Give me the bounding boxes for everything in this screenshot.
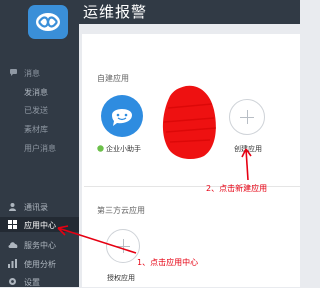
redacted-app-icon[interactable] bbox=[158, 82, 220, 162]
sidebar-item-apps[interactable]: 应用中心 bbox=[24, 220, 56, 231]
contacts-icon bbox=[9, 203, 16, 211]
sidebar-item-materials[interactable]: 素材库 bbox=[24, 124, 48, 135]
create-app-button[interactable] bbox=[229, 99, 265, 135]
cloud-icon bbox=[8, 242, 18, 248]
bar-chart-icon bbox=[8, 259, 17, 268]
annotation-step2: 2、点击新建应用 bbox=[206, 184, 268, 193]
section-divider bbox=[84, 186, 300, 187]
annotation-step1: 1、点击应用中心 bbox=[137, 258, 199, 267]
app-title: 运维报警 bbox=[83, 3, 148, 21]
sidebar-item-send-message[interactable]: 发消息 bbox=[24, 87, 48, 98]
sidebar-item-service-center[interactable]: 服务中心 bbox=[24, 240, 56, 251]
status-badge-icon bbox=[97, 145, 104, 152]
chat-bubble-icon bbox=[101, 95, 143, 137]
create-app-label: 创建应用 bbox=[234, 145, 262, 153]
authorize-app-button[interactable] bbox=[106, 229, 140, 263]
sidebar-item-analytics[interactable]: 使用分析 bbox=[24, 259, 56, 270]
gear-icon bbox=[9, 278, 16, 285]
sidebar-item-contacts[interactable]: 通讯录 bbox=[24, 202, 48, 213]
sidebar-message-header[interactable]: 消息 bbox=[24, 68, 40, 79]
third-party-apps-label: 第三方云应用 bbox=[97, 206, 145, 215]
sidebar-item-sent[interactable]: 已发送 bbox=[24, 105, 48, 116]
custom-apps-label: 自建应用 bbox=[97, 74, 129, 83]
app-assistant-label: 企业小助手 bbox=[106, 145, 141, 153]
app-assistant[interactable] bbox=[100, 94, 144, 141]
message-icon bbox=[10, 69, 17, 76]
authorize-app-label: 授权应用 bbox=[107, 274, 135, 282]
sidebar-item-user-messages[interactable]: 用户消息 bbox=[24, 143, 56, 154]
sidebar-item-settings[interactable]: 设置 bbox=[24, 277, 40, 288]
logo-icon bbox=[36, 13, 60, 31]
app-logo bbox=[28, 5, 68, 39]
apps-grid-icon bbox=[8, 220, 17, 229]
